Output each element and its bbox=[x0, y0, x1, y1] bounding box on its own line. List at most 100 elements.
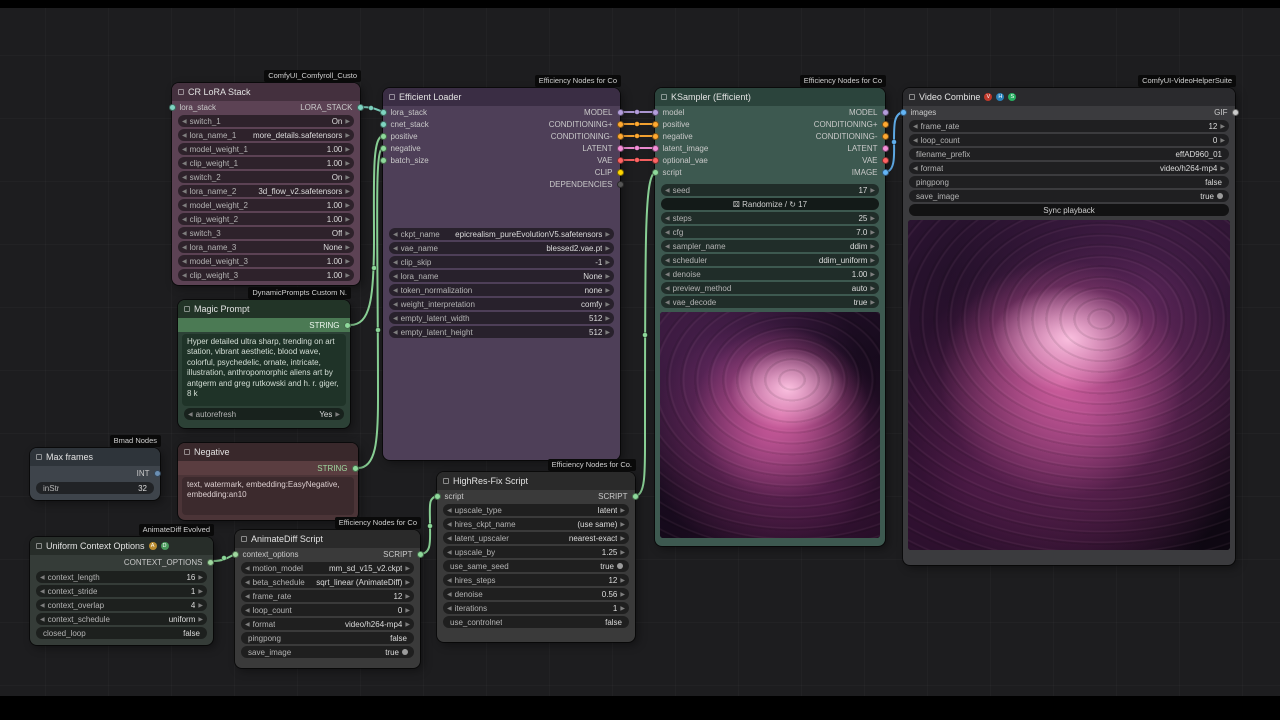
widget-row[interactable]: ◀ clip_weight_1 1.00 ▶ bbox=[178, 157, 354, 169]
output-port[interactable]: IMAGE bbox=[814, 166, 885, 178]
decrement-arrow-icon[interactable]: ◀ bbox=[447, 549, 452, 556]
decrement-arrow-icon[interactable]: ◀ bbox=[182, 132, 187, 139]
increment-arrow-icon[interactable]: ▶ bbox=[1220, 137, 1225, 144]
decrement-arrow-icon[interactable]: ◀ bbox=[393, 259, 398, 266]
increment-arrow-icon[interactable]: ▶ bbox=[345, 146, 350, 153]
output-port[interactable]: INT bbox=[30, 466, 160, 480]
port-dot-icon[interactable] bbox=[617, 109, 624, 116]
port-dot-icon[interactable] bbox=[652, 169, 659, 176]
increment-arrow-icon[interactable]: ▶ bbox=[605, 315, 610, 322]
output-port[interactable]: SCRIPT bbox=[383, 548, 420, 560]
input-port[interactable]: latent_image bbox=[655, 142, 708, 154]
output-port[interactable]: CONDITIONING- bbox=[814, 130, 885, 142]
increment-arrow-icon[interactable]: ▶ bbox=[870, 271, 875, 278]
increment-arrow-icon[interactable]: ▶ bbox=[335, 411, 340, 418]
output-port[interactable]: STRING bbox=[178, 318, 350, 332]
output-port[interactable]: LATENT bbox=[814, 142, 885, 154]
widget-row[interactable]: ◀ sampler_name ddim ▶ bbox=[661, 240, 879, 252]
node-magic-prompt[interactable]: DynamicPrompts Custom N. Magic Prompt ST… bbox=[178, 300, 350, 428]
input-port[interactable]: cnet_stack bbox=[383, 118, 429, 130]
decrement-arrow-icon[interactable]: ◀ bbox=[447, 521, 452, 528]
decrement-arrow-icon[interactable]: ◀ bbox=[182, 146, 187, 153]
decrement-arrow-icon[interactable]: ◀ bbox=[665, 187, 670, 194]
widget-row[interactable]: ◀ autorefresh Yes ▶ bbox=[184, 408, 344, 420]
widget-row[interactable]: ◀ context_stride 1 ▶ bbox=[36, 585, 207, 597]
output-port[interactable]: CONDITIONING- bbox=[549, 130, 620, 142]
decrement-arrow-icon[interactable]: ◀ bbox=[182, 202, 187, 209]
widget-row[interactable]: ◀ frame_rate 12 ▶ bbox=[909, 120, 1229, 132]
widget-row[interactable]: ◀ filename_prefix effAD960_01 ▶ bbox=[909, 148, 1229, 160]
output-port[interactable]: VAE bbox=[549, 154, 620, 166]
widget-row[interactable]: ◀ clip_weight_3 1.00 ▶ bbox=[178, 269, 354, 281]
increment-arrow-icon[interactable]: ▶ bbox=[605, 273, 610, 280]
widget-row[interactable]: ◀ vae_decode true ▶ bbox=[661, 296, 879, 308]
increment-arrow-icon[interactable]: ▶ bbox=[605, 301, 610, 308]
collapse-icon[interactable] bbox=[389, 94, 395, 100]
decrement-arrow-icon[interactable]: ◀ bbox=[665, 285, 670, 292]
increment-arrow-icon[interactable]: ▶ bbox=[405, 607, 410, 614]
output-port[interactable]: VAE bbox=[814, 154, 885, 166]
node-header[interactable]: Negative bbox=[178, 443, 358, 461]
increment-arrow-icon[interactable]: ▶ bbox=[345, 202, 350, 209]
toggle-knob-icon[interactable] bbox=[402, 649, 408, 655]
collapse-icon[interactable] bbox=[443, 478, 449, 484]
increment-arrow-icon[interactable]: ▶ bbox=[345, 174, 350, 181]
input-port[interactable]: images bbox=[903, 106, 936, 118]
output-port[interactable]: LATENT bbox=[549, 142, 620, 154]
increment-arrow-icon[interactable]: ▶ bbox=[620, 605, 625, 612]
port-dot-icon[interactable] bbox=[357, 104, 364, 111]
node-efficient-loader[interactable]: Efficiency Nodes for Co Efficient Loader… bbox=[383, 88, 620, 460]
decrement-arrow-icon[interactable]: ◀ bbox=[40, 574, 45, 581]
widget-row[interactable]: ◀ upscale_type latent ▶ bbox=[443, 504, 629, 516]
decrement-arrow-icon[interactable]: ◀ bbox=[182, 244, 187, 251]
port-dot-icon[interactable] bbox=[617, 133, 624, 140]
output-port[interactable]: CONTEXT_OPTIONS bbox=[30, 555, 213, 569]
output-port[interactable]: MODEL bbox=[549, 106, 620, 118]
decrement-arrow-icon[interactable]: ◀ bbox=[188, 411, 193, 418]
port-dot-icon[interactable] bbox=[1232, 109, 1239, 116]
decrement-arrow-icon[interactable]: ◀ bbox=[245, 579, 250, 586]
increment-arrow-icon[interactable]: ▶ bbox=[345, 216, 350, 223]
port-dot-icon[interactable] bbox=[232, 551, 239, 558]
node-header[interactable]: AnimateDiff Script bbox=[235, 530, 420, 548]
port-dot-icon[interactable] bbox=[380, 121, 387, 128]
decrement-arrow-icon[interactable]: ◀ bbox=[245, 593, 250, 600]
port-dot-icon[interactable] bbox=[417, 551, 424, 558]
input-port[interactable]: negative bbox=[655, 130, 708, 142]
increment-arrow-icon[interactable]: ▶ bbox=[605, 259, 610, 266]
widget-row[interactable]: ◀ model_weight_3 1.00 ▶ bbox=[178, 255, 354, 267]
toggle-knob-icon[interactable] bbox=[617, 563, 623, 569]
graph-canvas[interactable]: ComfyUI_Comfyroll_Custo CR LoRA Stack lo… bbox=[0, 0, 1280, 720]
port-dot-icon[interactable] bbox=[352, 465, 359, 472]
input-port[interactable]: optional_vae bbox=[655, 154, 708, 166]
port-dot-icon[interactable] bbox=[652, 157, 659, 164]
port-dot-icon[interactable] bbox=[207, 559, 214, 566]
widget-row[interactable]: ◀ empty_latent_width 512 ▶ bbox=[389, 312, 614, 324]
collapse-icon[interactable] bbox=[184, 306, 190, 312]
collapse-icon[interactable] bbox=[36, 454, 42, 460]
widget-row[interactable]: ◀ upscale_by 1.25 ▶ bbox=[443, 546, 629, 558]
widget-row[interactable]: ◀ context_length 16 ▶ bbox=[36, 571, 207, 583]
collapse-icon[interactable] bbox=[178, 89, 184, 95]
widget-row[interactable]: ◀ vae_name blessed2.vae.pt ▶ bbox=[389, 242, 614, 254]
port-dot-icon[interactable] bbox=[882, 145, 889, 152]
decrement-arrow-icon[interactable]: ◀ bbox=[40, 588, 45, 595]
increment-arrow-icon[interactable]: ▶ bbox=[605, 287, 610, 294]
widget-row[interactable]: ◀ save_image true ▶ bbox=[241, 646, 414, 658]
decrement-arrow-icon[interactable]: ◀ bbox=[182, 174, 187, 181]
decrement-arrow-icon[interactable]: ◀ bbox=[393, 301, 398, 308]
node-cr-lora-stack[interactable]: ComfyUI_Comfyroll_Custo CR LoRA Stack lo… bbox=[172, 83, 360, 285]
node-uniform-context-options[interactable]: AnimateDiff Evolved Uniform Context Opti… bbox=[30, 537, 213, 645]
increment-arrow-icon[interactable]: ▶ bbox=[345, 244, 350, 251]
port-dot-icon[interactable] bbox=[882, 157, 889, 164]
node-header[interactable]: Max frames bbox=[30, 448, 160, 466]
widget-row[interactable]: ◀ weight_interpretation comfy ▶ bbox=[389, 298, 614, 310]
widget-row[interactable]: ◀ lora_name_2 3d_flow_v2.safetensors ▶ bbox=[178, 185, 354, 197]
output-port[interactable]: CONDITIONING+ bbox=[549, 118, 620, 130]
toggle-knob-icon[interactable] bbox=[1217, 193, 1223, 199]
collapse-icon[interactable] bbox=[241, 536, 247, 542]
port-dot-icon[interactable] bbox=[380, 109, 387, 116]
increment-arrow-icon[interactable]: ▶ bbox=[345, 160, 350, 167]
increment-arrow-icon[interactable]: ▶ bbox=[870, 187, 875, 194]
output-port[interactable]: GIF bbox=[1214, 106, 1235, 118]
